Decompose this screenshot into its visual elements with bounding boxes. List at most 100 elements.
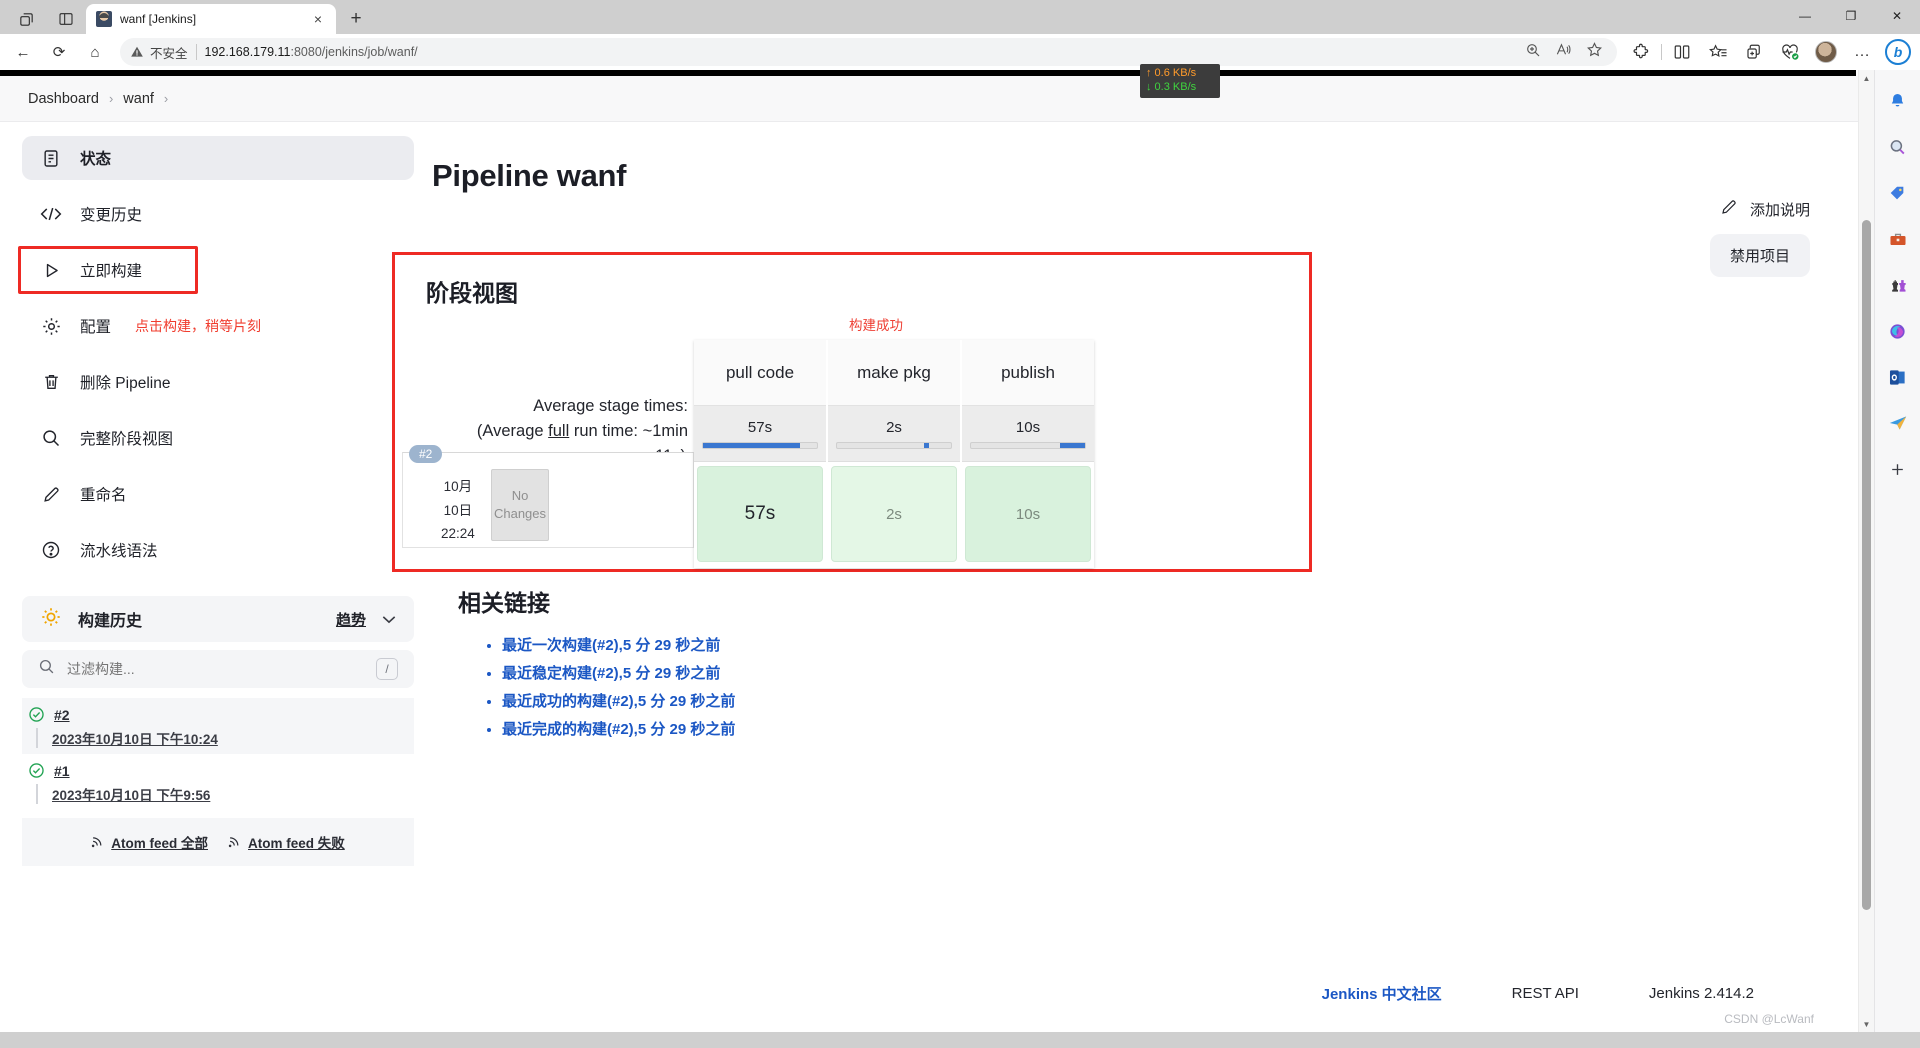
avatar [1815, 41, 1837, 63]
stage-duration-bar [836, 441, 952, 449]
os-taskbar-strip [0, 1032, 1920, 1048]
scroll-up-arrow-icon[interactable]: ▲ [1859, 70, 1874, 86]
avg-line-2: (Average full run time: ~1min [392, 419, 688, 444]
run-badge[interactable]: #2 [409, 445, 443, 463]
related-links-title: 相关链接 [458, 590, 550, 616]
related-links-list: 最近一次构建(#2),5 分 29 秒之前 最近稳定构建(#2),5 分 29 … [502, 634, 1834, 739]
atom-feed-all-label: Atom feed 全部 [111, 836, 208, 851]
copilot-bing-icon[interactable]: b [1882, 37, 1914, 67]
close-window-icon[interactable]: ✕ [1874, 0, 1920, 32]
sidebar-item-build-now[interactable]: 立即构建 [18, 246, 414, 294]
related-link[interactable]: 最近完成的构建(#2),5 分 29 秒之前 [502, 721, 735, 738]
build-number[interactable]: #1 [54, 763, 70, 779]
sidebar-item-pipeline-syntax[interactable]: 流水线语法 [22, 528, 414, 572]
sidebar-item-rename[interactable]: 重命名 [22, 472, 414, 516]
add-tab-group-icon[interactable] [1738, 37, 1770, 67]
send-paper-plane-icon[interactable] [1885, 410, 1911, 436]
new-tab-button[interactable]: + [342, 5, 370, 33]
list-item: 最近成功的构建(#2),5 分 29 秒之前 [502, 690, 1834, 711]
page-scrollbar[interactable]: ▲ ▼ [1858, 70, 1874, 1032]
more-ellipsis-icon[interactable]: … [1846, 37, 1878, 67]
build-history-header: 构建历史 趋势 [22, 596, 414, 642]
breadcrumb: Dashboard › wanf › [0, 76, 1874, 122]
address-bar[interactable]: 不安全 192.168.179.11:8080/jenkins/job/wanf… [120, 38, 1617, 66]
minimize-icon[interactable]: — [1782, 0, 1828, 32]
stage-run-cell[interactable]: 57s [697, 466, 823, 562]
security-indicator[interactable]: 不安全 [130, 43, 188, 62]
breadcrumb-dashboard[interactable]: Dashboard [28, 91, 99, 107]
build-number[interactable]: #2 [54, 707, 70, 723]
security-label: 不安全 [150, 46, 188, 61]
breadcrumb-job[interactable]: wanf [123, 91, 154, 107]
refresh-icon[interactable]: ⟳ [42, 37, 76, 67]
notification-bell-icon[interactable] [1885, 88, 1911, 114]
stage-run-cell[interactable]: 10s [965, 466, 1091, 562]
build-list-item[interactable]: #1 2023年10月10日 下午9:56 [22, 754, 414, 810]
sidebar-item-configure[interactable]: 配置 点击构建，稍等片刻 [22, 304, 414, 348]
rss-icon [91, 834, 105, 851]
tab-copilot-icon[interactable] [6, 4, 46, 34]
atom-feed-all[interactable]: Atom feed 全部 [91, 832, 208, 852]
trend-link[interactable]: 趋势 [336, 609, 366, 630]
scrollbar-thumb[interactable] [1862, 220, 1871, 910]
tab-title: wanf [Jenkins] [120, 12, 197, 26]
build-filter-input[interactable] [67, 661, 364, 677]
atom-feed-failed[interactable]: Atom feed 失败 [228, 832, 345, 852]
stage-run-cell[interactable]: 2s [831, 466, 957, 562]
back-icon[interactable]: ← [6, 37, 40, 67]
success-check-icon [28, 762, 45, 779]
maximize-icon[interactable]: ❐ [1828, 0, 1874, 32]
browser-tab[interactable]: wanf [Jenkins] × [86, 4, 336, 34]
stage-average-value: 10s [1015, 418, 1041, 436]
shopping-tag-icon[interactable] [1885, 180, 1911, 206]
related-link[interactable]: 最近一次构建(#2),5 分 29 秒之前 [502, 637, 720, 654]
stage-columns: pull code 57s 57s make pkg 2s 2s publish… [694, 340, 1094, 568]
run-changes-cell[interactable]: No Changes [491, 469, 549, 541]
add-plus-icon[interactable] [1885, 456, 1911, 482]
build-run-row[interactable]: #2 10月 10日 22:24 No Changes [402, 445, 694, 548]
sidebar-item-status[interactable]: 状态 [22, 136, 414, 180]
sidebar-item-full-stage-view[interactable]: 完整阶段视图 [22, 416, 414, 460]
chevron-down-icon[interactable] [382, 612, 396, 627]
related-link[interactable]: 最近稳定构建(#2),5 分 29 秒之前 [502, 665, 720, 682]
tab-split-icon[interactable] [46, 4, 86, 34]
atom-feeds: Atom feed 全部 Atom feed 失败 [22, 818, 414, 866]
search-icon [38, 658, 55, 680]
build-list-item[interactable]: #2 2023年10月10日 下午10:24 [22, 698, 414, 754]
disable-project-button[interactable]: 禁用项目 [1709, 234, 1810, 277]
browser-essentials-icon[interactable] [1774, 37, 1806, 67]
rest-api-link[interactable]: REST API [1512, 985, 1579, 1002]
office-icon[interactable] [1885, 318, 1911, 344]
build-timestamp[interactable]: 2023年10月10日 下午9:56 [36, 784, 414, 804]
success-check-icon [28, 706, 45, 723]
extensions-puzzle-icon[interactable] [1625, 37, 1657, 67]
jenkins-version: Jenkins 2.414.2 [1648, 985, 1754, 1002]
home-icon[interactable]: ⌂ [78, 37, 112, 67]
stage-average-value: 57s [747, 418, 773, 436]
close-icon[interactable]: × [308, 9, 328, 29]
sidebar-item-changes[interactable]: 变更历史 [22, 192, 414, 236]
star-icon[interactable] [1586, 41, 1603, 63]
stage-average-value: 2s [886, 418, 902, 436]
add-description-button[interactable]: 添加说明 [1720, 198, 1810, 220]
split-screen-icon[interactable] [1666, 37, 1698, 67]
sidebar-item-delete-pipeline[interactable]: 删除 Pipeline [22, 360, 414, 404]
build-timestamp[interactable]: 2023年10月10日 下午10:24 [36, 728, 414, 748]
related-link[interactable]: 最近成功的构建(#2),5 分 29 秒之前 [502, 693, 735, 710]
collections-star-icon[interactable] [1702, 37, 1734, 67]
stage-run-value: 2s [886, 505, 902, 523]
jenkins-community-link[interactable]: Jenkins 中文社区 [1322, 983, 1442, 1004]
scroll-down-arrow-icon[interactable]: ▼ [1859, 1016, 1874, 1032]
list-item: 最近完成的构建(#2),5 分 29 秒之前 [502, 718, 1834, 739]
warning-triangle-icon [131, 46, 143, 57]
zoom-magnifier-icon[interactable] [1525, 42, 1541, 63]
code-brackets-icon [40, 203, 62, 225]
search-icon[interactable] [1885, 134, 1911, 160]
read-aloud-icon[interactable] [1555, 42, 1572, 62]
build-filter-container[interactable]: / [22, 650, 414, 688]
project-actions: 添加说明 禁用项目 [1709, 198, 1810, 277]
profile-avatar-icon[interactable] [1810, 37, 1842, 67]
games-icon[interactable] [1885, 272, 1911, 298]
outlook-icon[interactable] [1885, 364, 1911, 390]
tools-briefcase-icon[interactable] [1885, 226, 1911, 252]
